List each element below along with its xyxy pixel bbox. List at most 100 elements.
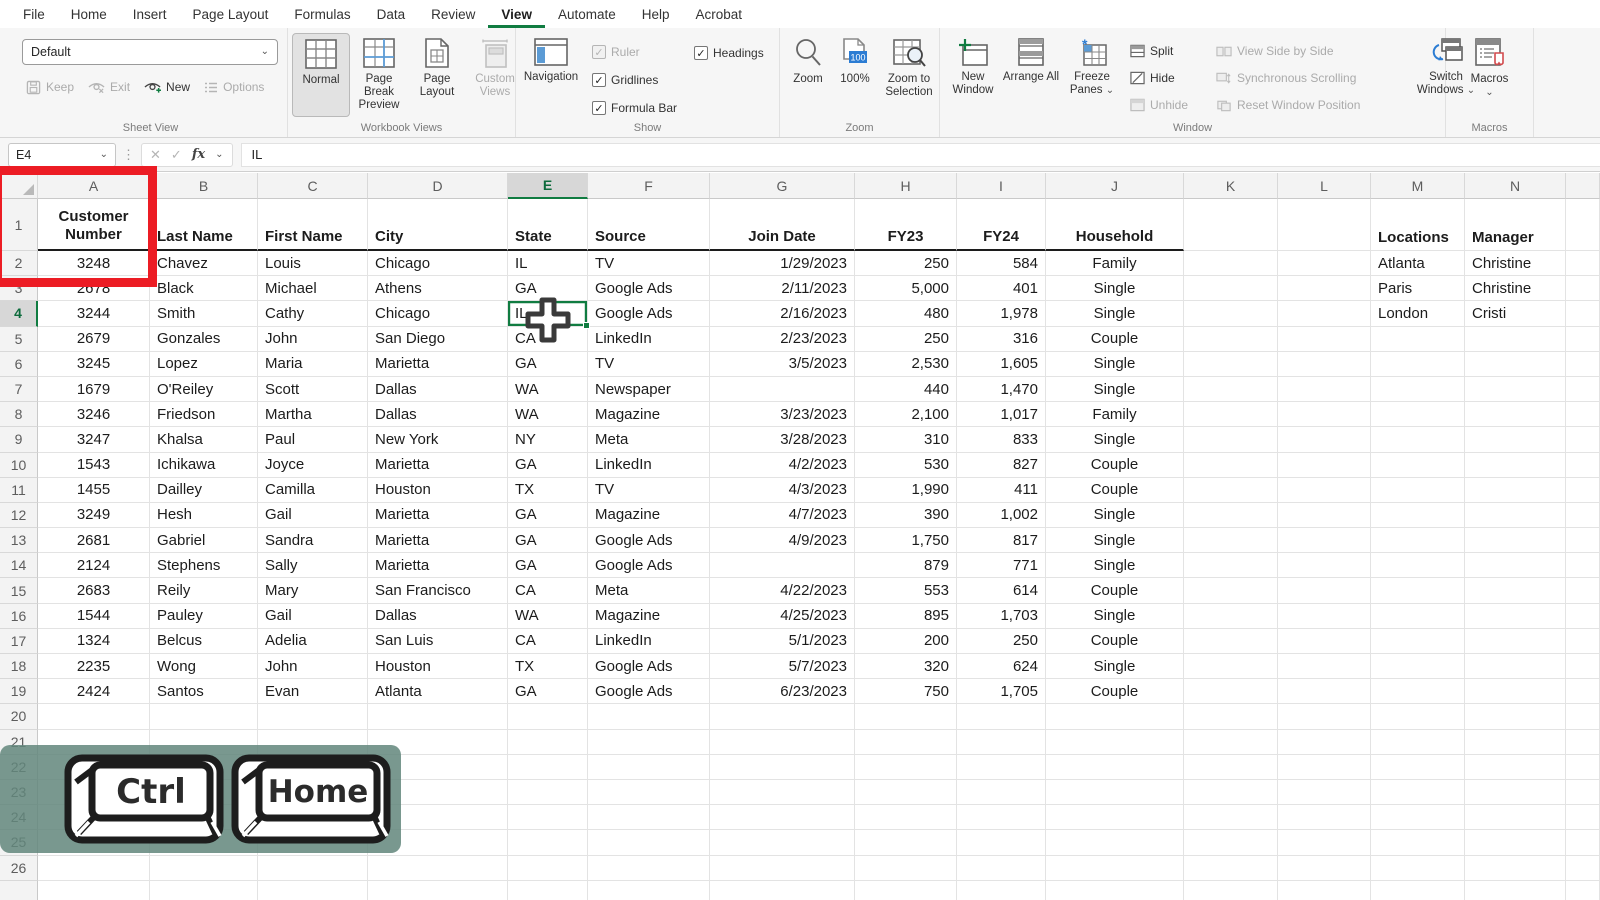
cell-F2[interactable]: TV xyxy=(588,251,710,277)
cell-M14[interactable] xyxy=(1371,553,1465,579)
cell-G24[interactable] xyxy=(710,805,855,831)
row-header-2[interactable]: 2 xyxy=(0,251,38,277)
cell-J25[interactable] xyxy=(1046,830,1184,856)
cell-M18[interactable] xyxy=(1371,654,1465,680)
cell-M5[interactable] xyxy=(1371,326,1465,352)
cell-E19[interactable]: GA xyxy=(508,679,588,705)
row-header-14[interactable]: 14 xyxy=(0,553,38,579)
cell-F23[interactable] xyxy=(588,779,710,806)
cell-G3[interactable]: 2/11/2023 xyxy=(710,276,855,302)
cell-N8[interactable] xyxy=(1465,402,1566,428)
cell-G14[interactable] xyxy=(710,553,855,579)
cell-I21[interactable] xyxy=(957,729,1046,755)
cell-N13[interactable] xyxy=(1465,528,1566,554)
cell-K5[interactable] xyxy=(1184,326,1278,352)
cell-N19[interactable] xyxy=(1465,679,1566,705)
row-header-10[interactable]: 10 xyxy=(0,452,38,478)
cell-L24[interactable] xyxy=(1278,805,1371,831)
cell-A17[interactable]: 1324 xyxy=(38,628,150,654)
cell-K11[interactable] xyxy=(1184,477,1278,503)
cell-B15[interactable]: Reily xyxy=(150,578,258,604)
cell-G15[interactable]: 4/22/2023 xyxy=(710,578,855,604)
cell-F24[interactable] xyxy=(588,805,710,831)
cell-E17[interactable]: CA xyxy=(508,628,588,654)
cell-A12[interactable]: 3249 xyxy=(38,502,150,529)
cell-N14[interactable] xyxy=(1465,553,1566,579)
tab-review[interactable]: Review xyxy=(418,3,488,28)
cell-A19[interactable]: 2424 xyxy=(38,679,150,705)
cell-E9[interactable]: NY xyxy=(508,427,588,453)
cell-B4[interactable]: Smith xyxy=(150,301,258,327)
cell-M21[interactable] xyxy=(1371,729,1465,755)
new-window-button[interactable]: New Window xyxy=(944,33,1002,119)
cell-E21[interactable] xyxy=(508,729,588,755)
cell-H7[interactable]: 440 xyxy=(855,376,957,403)
cell-J10[interactable]: Couple xyxy=(1046,452,1184,478)
cell-L8[interactable] xyxy=(1278,402,1371,428)
macros-button[interactable]: Macros ⌄ xyxy=(1459,33,1521,119)
cell-N6[interactable] xyxy=(1465,351,1566,377)
cell-K3[interactable] xyxy=(1184,276,1278,302)
cell-B16[interactable]: Pauley xyxy=(150,603,258,629)
cell-B19[interactable]: Santos xyxy=(150,679,258,705)
cell-K16[interactable] xyxy=(1184,603,1278,629)
cell-E20[interactable] xyxy=(508,704,588,730)
cell-M24[interactable] xyxy=(1371,805,1465,831)
cell-G8[interactable]: 3/23/2023 xyxy=(710,402,855,428)
cell-B20[interactable] xyxy=(150,704,258,730)
page-layout-button[interactable]: Page Layout xyxy=(408,33,466,99)
cell-M26[interactable] xyxy=(1371,855,1465,881)
cell-A18[interactable]: 2235 xyxy=(38,654,150,680)
cell-I25[interactable] xyxy=(957,830,1046,856)
navigation-button[interactable]: Navigation xyxy=(520,33,582,119)
row-header-1[interactable]: 1 xyxy=(0,199,38,251)
cell-D7[interactable]: Dallas xyxy=(368,376,508,403)
cell-C7[interactable]: Scott xyxy=(258,376,368,403)
cell-D10[interactable]: Marietta xyxy=(368,452,508,478)
cell-H8[interactable]: 2,100 xyxy=(855,402,957,428)
cell-K10[interactable] xyxy=(1184,452,1278,478)
cell-A15[interactable]: 2683 xyxy=(38,578,150,604)
cell-A3[interactable]: 2678 xyxy=(38,276,150,302)
cell-D4[interactable]: Chicago xyxy=(368,301,508,327)
cell-A5[interactable]: 2679 xyxy=(38,326,150,352)
cell-K19[interactable] xyxy=(1184,679,1278,705)
cell-I4[interactable]: 1,978 xyxy=(957,301,1046,327)
cell-I5[interactable]: 316 xyxy=(957,326,1046,352)
column-header-C[interactable]: C xyxy=(258,173,368,199)
cell-I8[interactable]: 1,017 xyxy=(957,402,1046,428)
cell-L2[interactable] xyxy=(1278,251,1371,277)
cell-L1[interactable] xyxy=(1278,199,1371,251)
cell-A13[interactable]: 2681 xyxy=(38,528,150,554)
zoom-button[interactable]: Zoom xyxy=(784,33,832,119)
cell-F11[interactable]: TV xyxy=(588,477,710,503)
cell-G11[interactable]: 4/3/2023 xyxy=(710,477,855,503)
cell-K20[interactable] xyxy=(1184,704,1278,730)
cell-A2[interactable]: 3248 xyxy=(38,251,150,277)
cell-M17[interactable] xyxy=(1371,628,1465,654)
headings-checkbox[interactable]: ✓ Headings xyxy=(694,41,780,65)
cell-D3[interactable]: Athens xyxy=(368,276,508,302)
cell-F9[interactable]: Meta xyxy=(588,427,710,453)
cell-B8[interactable]: Friedson xyxy=(150,402,258,428)
cell-C4[interactable]: Cathy xyxy=(258,301,368,327)
cell-I24[interactable] xyxy=(957,805,1046,831)
cell-E13[interactable]: GA xyxy=(508,528,588,554)
cell-D27[interactable] xyxy=(368,880,508,900)
cell-G20[interactable] xyxy=(710,704,855,730)
cell-M27[interactable] xyxy=(1371,880,1465,900)
cell-F19[interactable]: Google Ads xyxy=(588,679,710,705)
cell-A11[interactable]: 1455 xyxy=(38,477,150,503)
cell-M6[interactable] xyxy=(1371,351,1465,377)
cell-L22[interactable] xyxy=(1278,754,1371,780)
cell-N1[interactable]: Manager xyxy=(1465,199,1566,251)
cell-G12[interactable]: 4/7/2023 xyxy=(710,502,855,529)
cell-I16[interactable]: 1,703 xyxy=(957,603,1046,629)
cell-F12[interactable]: Magazine xyxy=(588,502,710,529)
cell-B13[interactable]: Gabriel xyxy=(150,528,258,554)
cell-G4[interactable]: 2/16/2023 xyxy=(710,301,855,327)
cell-C6[interactable]: Maria xyxy=(258,351,368,377)
cell-L20[interactable] xyxy=(1278,704,1371,730)
cell-A7[interactable]: 1679 xyxy=(38,376,150,403)
cell-C5[interactable]: John xyxy=(258,326,368,352)
